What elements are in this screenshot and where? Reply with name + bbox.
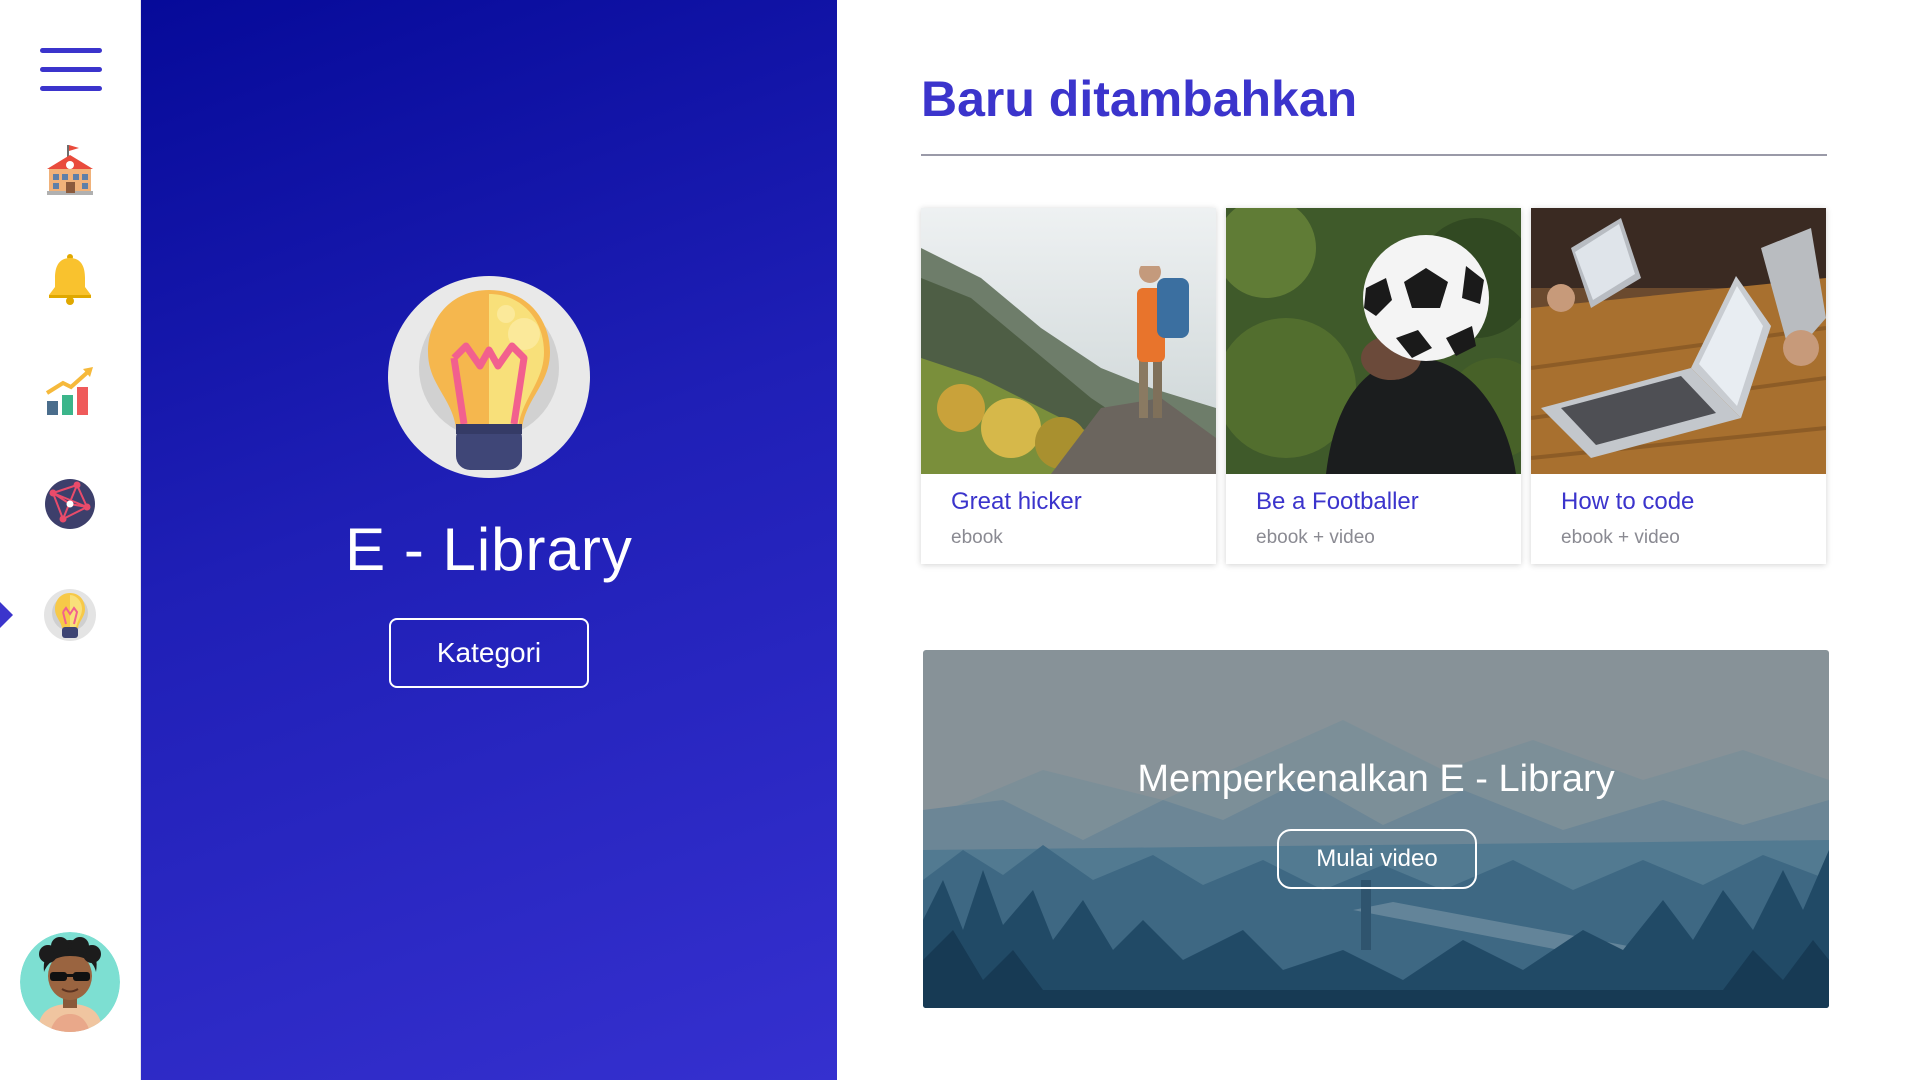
user-avatar[interactable] [20,932,120,1032]
category-button[interactable]: Kategori [389,618,589,688]
card-subtitle: ebook + video [1561,527,1680,548]
sidebar-item-school[interactable] [36,136,104,204]
growth-chart-icon [45,367,93,415]
bell-icon [49,254,91,305]
hiker-on-mountain-photo [921,208,1216,474]
card-title: Be a Footballer [1256,488,1419,515]
sidebar-item-statistics[interactable] [36,356,104,424]
school-icon [47,145,93,195]
football-in-hand-photo [1226,208,1521,474]
avatar-icon [20,932,120,1032]
divider [921,154,1827,156]
hero-panel: E - Library Kategori [141,0,837,1080]
active-indicator [0,602,13,628]
card-title: Great hicker [951,488,1082,515]
lightbulb-icon [44,589,96,641]
book-card-how-to-code[interactable]: How to code ebook + video [1531,208,1826,564]
app-root: E - Library Kategori Baru ditambahkan Gr… [0,0,1920,1080]
sidebar-item-library[interactable] [36,581,104,649]
app-title: E - Library [345,516,633,583]
promo-banner: Memperkenalkan E - Library Mulai video [923,650,1829,1008]
start-video-button[interactable]: Mulai video [1277,829,1477,889]
book-card-great-hicker[interactable]: Great hicker ebook [921,208,1216,564]
main-content: Baru ditambahkan Great hicker ebook Be a… [837,0,1920,1080]
hamburger-menu-icon[interactable] [40,48,102,92]
network-globe-icon [45,479,95,529]
card-subtitle: ebook [951,527,1003,548]
book-card-be-a-footballer[interactable]: Be a Footballer ebook + video [1226,208,1521,564]
lightbulb-icon [388,276,590,478]
sidebar [0,0,141,1080]
laptops-on-table-photo [1531,208,1826,474]
recent-cards: Great hicker ebook Be a Footballer ebook… [921,208,1827,564]
card-subtitle: ebook + video [1256,527,1375,548]
sidebar-item-notifications[interactable] [36,244,104,312]
section-title: Baru ditambahkan [921,71,1358,127]
card-title: How to code [1561,488,1695,515]
promo-title: Memperkenalkan E - Library [1137,758,1615,800]
sidebar-item-network[interactable] [36,470,104,538]
